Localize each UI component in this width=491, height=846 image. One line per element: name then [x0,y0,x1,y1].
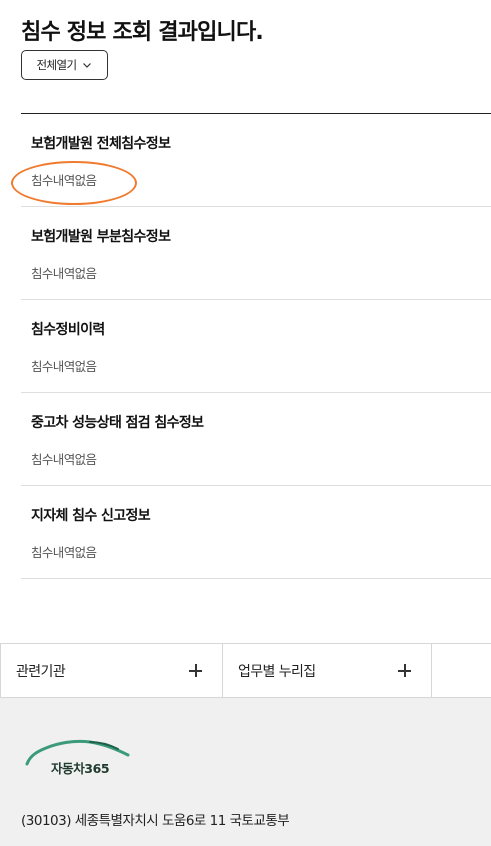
plus-icon [189,664,202,677]
result-item-title: 보험개발원 전체침수정보 [31,136,171,152]
footer: 자동차365 (30103) 세종특별자치시 도움6로 11 국토교통부 [0,698,491,846]
result-item-status: 침수내역없음 [31,359,97,374]
result-item-title: 보험개발원 부분침수정보 [31,229,171,245]
result-item-status: 침수내역없음 [31,452,97,467]
footer-address: (30103) 세종특별자치시 도움6로 11 국토교통부 [21,813,290,829]
car365-logo: 자동차365 [24,738,134,778]
page-title: 침수 정보 조회 결과입니다. [21,20,264,45]
expand-all-button[interactable]: 전체열기 [21,50,108,80]
result-item-title: 중고차 성능상태 점검 침수정보 [31,415,204,431]
related-links-bar: 관련기관 업무별 누리집 [0,643,491,698]
result-item-partial-flood: 보험개발원 부분침수정보 침수내역없음 [21,207,491,300]
work-sites-toggle[interactable]: 업무별 누리집 [222,644,432,697]
result-item-title: 지자체 침수 신고정보 [31,508,151,524]
result-item-full-flood: 보험개발원 전체침수정보 침수내역없음 [21,114,491,207]
plus-icon [398,664,411,677]
result-item-title: 침수정비이력 [31,322,105,338]
chevron-down-icon [83,63,92,68]
result-item-repair-history: 침수정비이력 침수내역없음 [21,300,491,393]
result-item-status: 침수내역없음 [31,545,97,560]
expand-all-label: 전체열기 [36,60,78,72]
result-item-inspection: 중고차 성능상태 점검 침수정보 침수내역없음 [21,393,491,486]
related-agencies-label: 관련기관 [16,663,66,680]
result-item-status: 침수내역없음 [31,266,97,281]
result-item-local-report: 지자체 침수 신고정보 침수내역없음 [21,486,491,579]
related-agencies-toggle[interactable]: 관련기관 [0,644,222,697]
result-list: 보험개발원 전체침수정보 침수내역없음 보험개발원 부분침수정보 침수내역없음 … [21,114,491,579]
logo-text: 자동차365 [51,761,110,776]
result-item-status: 침수내역없음 [31,173,97,188]
work-sites-label: 업무별 누리집 [238,663,316,680]
